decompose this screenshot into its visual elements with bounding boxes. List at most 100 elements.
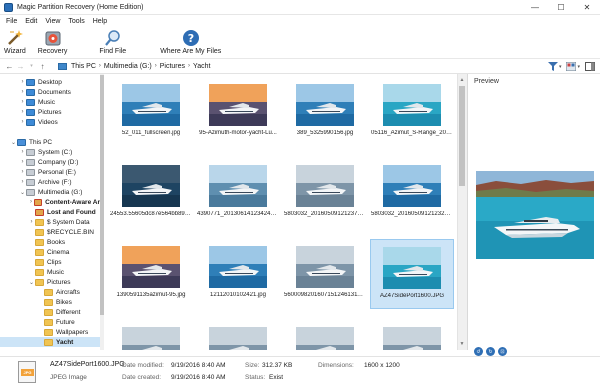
forward-arrow-icon[interactable]: → <box>15 60 26 73</box>
tree-item-label: Pictures <box>47 278 71 286</box>
view-mode-icon[interactable] <box>565 61 577 73</box>
filter-icon[interactable] <box>547 61 559 73</box>
collapse-arrow-icon[interactable]: ⌄ <box>10 139 17 146</box>
menu-view[interactable]: View <box>41 18 64 25</box>
tree-item-music[interactable]: › Music <box>0 97 100 107</box>
file-thumbnail[interactable]: 5803032_20160509121232243... <box>370 158 454 228</box>
tree-item-recycle-bin[interactable]: $RECYCLE.BIN <box>0 227 100 237</box>
expand-arrow-icon[interactable]: › <box>19 169 26 175</box>
tree-scrollbar-thumb[interactable] <box>100 75 104 315</box>
tree-item-cinema[interactable]: Cinema <box>0 247 100 257</box>
file-thumbnail[interactable]: 5600098201607151246131135... <box>283 239 367 309</box>
tree-item-pictures[interactable]: ⌄ Pictures <box>0 277 100 287</box>
folder-icon <box>35 228 44 236</box>
file-thumbnail[interactable] <box>283 320 367 350</box>
file-thumbnail[interactable] <box>370 320 454 350</box>
tree-item-yacht[interactable]: Yacht <box>0 337 100 347</box>
find-file-button[interactable]: Find File <box>99 27 126 55</box>
file-thumbnail[interactable] <box>196 320 280 350</box>
file-thumbnail[interactable]: 12112010102421.jpg <box>196 239 280 309</box>
file-name: AZ47SidePort1600.JPG <box>379 293 445 299</box>
expand-arrow-icon[interactable]: › <box>28 219 35 225</box>
file-thumbnail[interactable]: 05116_Azimut_S-Range_2011... <box>370 77 454 147</box>
rotate-left-icon[interactable]: ↺ <box>474 347 483 356</box>
preview-pane-icon[interactable] <box>584 61 596 73</box>
tree-item-system-data[interactable]: › $ System Data <box>0 217 100 227</box>
tree-item-documents[interactable]: › Documents <box>0 87 100 97</box>
expand-arrow-icon[interactable]: › <box>19 119 26 125</box>
folder-icon <box>35 258 44 266</box>
view-dropdown-icon[interactable]: ▾ <box>577 64 580 70</box>
tree-item-books[interactable]: Books <box>0 237 100 247</box>
folder-tree[interactable]: › Desktop › Documents › Music › Pictures › Videos… <box>0 74 104 350</box>
file-thumbnail[interactable] <box>109 320 193 350</box>
recovery-button[interactable]: Recovery <box>38 27 67 55</box>
file-thumbnail[interactable]: 4390771_20130614123424458... <box>196 158 280 228</box>
menu-tools[interactable]: Tools <box>64 18 88 25</box>
minimize-button[interactable]: — <box>522 0 548 15</box>
tree-item-videos[interactable]: › Videos <box>0 117 100 127</box>
wizard-button[interactable]: Wizard <box>4 27 26 55</box>
menu-edit[interactable]: Edit <box>21 18 41 25</box>
fit-icon[interactable]: ⊡ <box>498 347 507 356</box>
tree-item-bikes[interactable]: Bikes <box>0 297 100 307</box>
breadcrumb[interactable]: This PC › Multimedia (G:) › Pictures › Y… <box>58 60 528 72</box>
expand-arrow-icon[interactable]: › <box>19 109 26 115</box>
file-thumbnail[interactable]: 95-Azimuth-motor-yacht-Lu... <box>196 77 280 147</box>
crumb-pictures[interactable]: Pictures <box>160 63 185 70</box>
tree-item-archive-f[interactable]: › Archive (F:) <box>0 177 100 187</box>
file-thumbnail[interactable]: 389_5325990156.jpg <box>283 77 367 147</box>
expand-arrow-icon[interactable]: › <box>19 159 26 165</box>
close-button[interactable]: ✕ <box>574 0 600 15</box>
filter-dropdown-icon[interactable]: ▾ <box>559 64 562 70</box>
menu-help[interactable]: Help <box>89 18 111 25</box>
tree-item-lost-and-found[interactable]: Lost and Found <box>0 207 100 217</box>
tree-item-future[interactable]: Future <box>0 317 100 327</box>
file-thumbnail[interactable]: 5803032_20160509121237216... <box>283 158 367 228</box>
file-thumbnail[interactable]: 52_011_fullscreen.jpg <box>109 77 193 147</box>
file-thumbnail[interactable]: AZ47SidePort1600.JPG <box>370 239 454 309</box>
tree-item-spacer <box>0 127 100 137</box>
recovery-icon <box>43 29 63 47</box>
file-thumbnail[interactable]: 1390591135azimut-95.jpg <box>109 239 193 309</box>
expand-arrow-icon[interactable]: › <box>19 149 26 155</box>
crumb-this-pc[interactable]: This PC <box>71 63 96 70</box>
thumbnail-image <box>122 84 180 126</box>
tree-item-multimedia-g[interactable]: ⌄ Multimedia (G:) <box>0 187 100 197</box>
tree-item-aircrafts[interactable]: Aircrafts <box>0 287 100 297</box>
crumb-drive[interactable]: Multimedia (G:) <box>104 63 152 70</box>
maximize-button[interactable]: ☐ <box>548 0 574 15</box>
crumb-yacht[interactable]: Yacht <box>193 63 210 70</box>
expand-arrow-icon[interactable]: › <box>19 179 26 185</box>
where-are-my-files-button[interactable]: ? Where Are My Files <box>160 27 221 55</box>
scroll-down-arrow-icon[interactable]: ▼ <box>457 339 467 349</box>
tree-item-different[interactable]: Different <box>0 307 100 317</box>
back-arrow-icon[interactable]: ← <box>4 60 15 73</box>
tree-item-clips[interactable]: Clips <box>0 257 100 267</box>
folder-icon <box>26 118 35 126</box>
collapse-arrow-icon[interactable]: ⌄ <box>19 189 26 196</box>
tree-item-label: Books <box>47 238 66 246</box>
expand-arrow-icon[interactable]: › <box>19 79 26 85</box>
rotate-right-icon[interactable]: ↻ <box>486 347 495 356</box>
expand-arrow-icon[interactable]: › <box>19 89 26 95</box>
tree-item-content-aware-ar[interactable]: › Content-Aware Ar <box>0 197 100 207</box>
tree-item-music[interactable]: Music <box>0 267 100 277</box>
file-thumbnail[interactable]: 24553.55605dc87e564bb8961... <box>109 158 193 228</box>
history-dropdown-icon[interactable]: ▾ <box>26 60 37 73</box>
expand-arrow-icon[interactable]: › <box>19 99 26 105</box>
tree-item-desktop[interactable]: › Desktop <box>0 77 100 87</box>
tree-item-this-pc[interactable]: ⌄ This PC <box>0 137 100 147</box>
thumbnail-image <box>383 247 441 289</box>
grid-scrollbar-thumb[interactable] <box>459 86 465 186</box>
collapse-arrow-icon[interactable]: ⌄ <box>28 279 35 286</box>
tree-item-label: Different <box>56 308 81 316</box>
tree-item-system-c[interactable]: › System (C:) <box>0 147 100 157</box>
scroll-up-arrow-icon[interactable]: ▲ <box>457 75 467 85</box>
tree-item-personal-e[interactable]: › Personal (E:) <box>0 167 100 177</box>
tree-item-company-d[interactable]: › Company (D:) <box>0 157 100 167</box>
up-arrow-icon[interactable]: ↑ <box>37 60 48 73</box>
tree-item-pictures[interactable]: › Pictures <box>0 107 100 117</box>
tree-item-wallpapers[interactable]: Wallpapers <box>0 327 100 337</box>
menu-file[interactable]: File <box>2 18 21 25</box>
